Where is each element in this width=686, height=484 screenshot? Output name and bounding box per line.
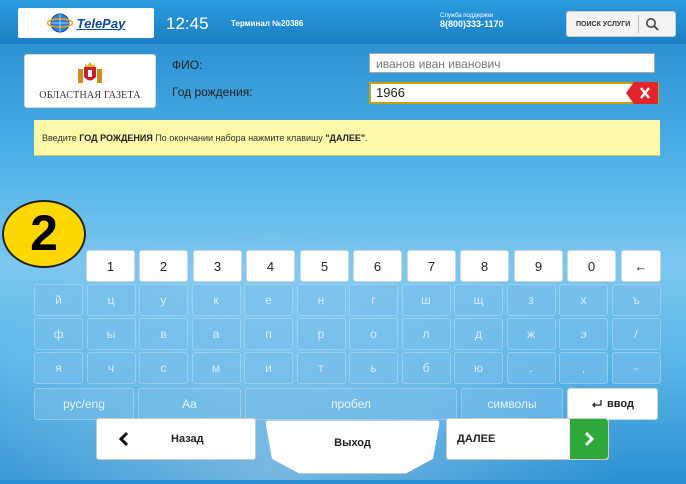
letter-key[interactable]: н (296, 284, 346, 316)
symbols-key[interactable]: символы (461, 388, 563, 420)
exit-button[interactable]: Выход (265, 420, 440, 474)
chevron-right-icon (584, 431, 595, 447)
letter-key[interactable]: з (506, 284, 556, 316)
instruction-banner: Введите ГОД РОЖДЕНИЯ По окончании набора… (34, 120, 660, 156)
provider-name: ОБЛАСТНАЯ ГАЗЕТА (39, 90, 141, 101)
back-button[interactable]: Назад (96, 418, 256, 460)
letter-key[interactable]: - (611, 352, 661, 384)
letter-key[interactable]: т (296, 352, 346, 384)
support-info: Служба поддержки 8(800)333-1170 (440, 13, 504, 29)
coat-of-arms-icon (78, 62, 102, 83)
letter-key[interactable]: р (296, 318, 346, 350)
globe-icon (46, 13, 73, 33)
support-phone: 8(800)333-1170 (440, 19, 504, 29)
digit-key[interactable]: 4 (246, 250, 295, 282)
letter-key[interactable]: э (559, 318, 608, 350)
letter-key[interactable]: и (244, 352, 293, 384)
letter-key[interactable]: х (559, 284, 608, 316)
letter-key[interactable]: у (139, 284, 188, 316)
space-key[interactable]: пробел (245, 388, 457, 420)
digit-key[interactable]: 6 (353, 250, 402, 282)
letter-key[interactable]: ш (401, 284, 451, 316)
letter-key[interactable]: я (34, 352, 83, 384)
letter-key[interactable]: ж (506, 318, 556, 350)
search-label: ПОИСК УСЛУГИ (576, 20, 631, 28)
letter-key[interactable]: к (191, 284, 241, 316)
next-arrow-box (570, 419, 608, 459)
case-key[interactable]: Aa (138, 388, 241, 420)
letter-key[interactable]: ц (86, 284, 136, 316)
next-button[interactable]: ДАЛЕЕ (446, 418, 609, 460)
letter-key[interactable]: ы (86, 318, 136, 350)
enter-key[interactable]: ввод (567, 388, 658, 420)
letter-key[interactable]: е (244, 284, 293, 316)
letter-key[interactable]: о (349, 318, 398, 350)
letter-key[interactable]: / (611, 318, 661, 350)
letter-key[interactable]: г (349, 284, 398, 316)
digit-key[interactable]: 8 (460, 250, 509, 282)
letter-key[interactable]: ъ (611, 284, 661, 316)
digit-key[interactable]: 5 (300, 250, 349, 282)
letter-key[interactable]: ю (454, 352, 503, 384)
letter-key[interactable]: а (191, 318, 241, 350)
hint-field-name: ГОД РОЖДЕНИЯ (79, 133, 153, 143)
digit-key[interactable]: 0 (567, 250, 616, 282)
digit-key[interactable]: 3 (193, 250, 242, 282)
letter-key[interactable]: . (506, 352, 556, 384)
terminal-number: Терминал №20386 (231, 19, 304, 28)
digit-key[interactable]: 9 (514, 250, 563, 282)
clock: 12:45 (166, 14, 209, 33)
birth-year-label: Год рождения: (172, 85, 253, 99)
provider-logo: ОБЛАСТНАЯ ГАЗЕТА (24, 54, 156, 108)
letter-key[interactable]: л (401, 318, 451, 350)
birth-year-field[interactable]: 1966 (369, 82, 659, 104)
letter-key[interactable]: щ (454, 284, 503, 316)
fio-label: ФИО: (172, 58, 203, 72)
telepay-logo: TelePay (18, 8, 154, 38)
next-label: ДАЛЕЕ (457, 433, 496, 445)
letter-key[interactable]: м (191, 352, 241, 384)
fio-field[interactable]: иванов иван иванович (369, 53, 655, 73)
hint-button-name: "ДАЛЕЕ" (325, 133, 366, 143)
letter-key[interactable]: д (454, 318, 503, 350)
brand-name: TelePay (76, 15, 126, 31)
letter-key[interactable]: й (34, 284, 83, 316)
letter-key[interactable]: , (559, 352, 608, 384)
chevron-left-icon (118, 431, 129, 447)
exit-label: Выход (334, 437, 371, 449)
step-badge: 2 (2, 200, 86, 268)
search-service-button[interactable]: ПОИСК УСЛУГИ (566, 11, 676, 37)
letter-key[interactable]: п (244, 318, 293, 350)
letter-key[interactable]: ф (34, 318, 83, 350)
top-bar: TelePay 12:45 Терминал №20386 Служба под… (0, 0, 686, 44)
letter-key[interactable]: с (139, 352, 188, 384)
letter-key[interactable]: б (401, 352, 451, 384)
backspace-key[interactable]: ← (621, 250, 661, 282)
letter-key[interactable]: ч (86, 352, 136, 384)
digit-key[interactable]: 7 (407, 250, 456, 282)
digit-key[interactable]: 2 (139, 250, 188, 282)
search-icon (646, 18, 659, 31)
letter-key[interactable]: в (139, 318, 188, 350)
digit-key[interactable]: 1 (86, 250, 135, 282)
lang-switch-key[interactable]: рус/eng (34, 388, 134, 420)
letter-key[interactable]: ь (349, 352, 398, 384)
enter-icon (592, 400, 602, 408)
clear-field-button[interactable] (626, 82, 658, 104)
back-label: Назад (171, 433, 204, 445)
